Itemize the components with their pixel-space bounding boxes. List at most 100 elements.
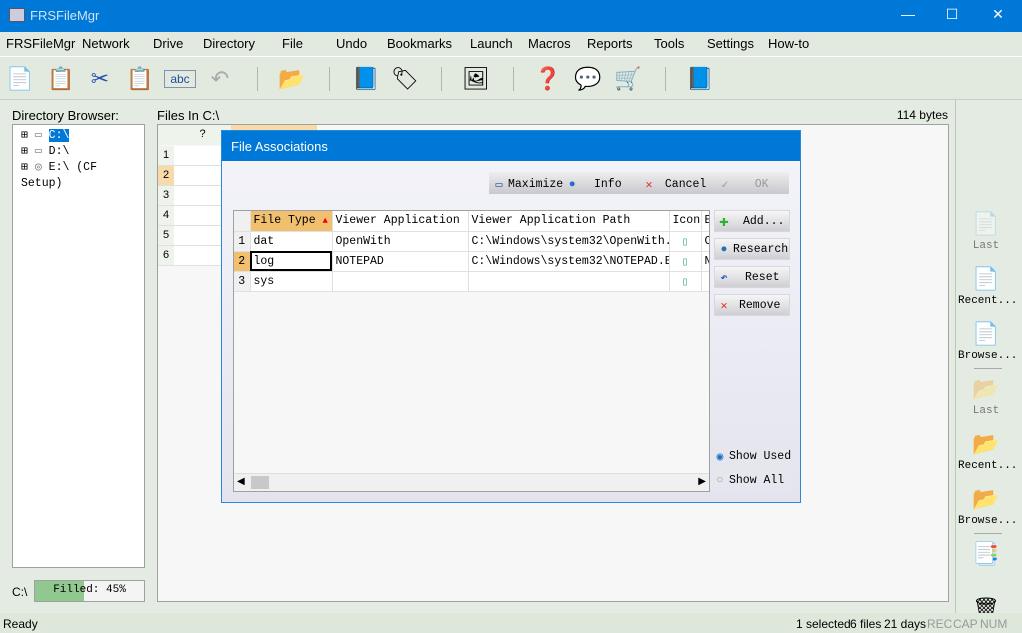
undo-icon[interactable]: ↶ <box>204 63 236 95</box>
directory-browser-label: Directory Browser: <box>12 108 119 123</box>
app-icon <box>9 8 25 22</box>
tree-item-e[interactable]: ⊞ ◎ E:\ (CF Setup) <box>21 160 144 192</box>
copy-icon[interactable]: 📄 <box>4 63 36 95</box>
file-type-cell[interactable]: log <box>250 251 333 272</box>
menu-undo[interactable]: Undo <box>336 36 367 51</box>
image-viewer-icon[interactable]: 🖼 <box>460 63 492 95</box>
column-viewer-application[interactable]: Viewer Application <box>332 211 469 232</box>
sidebar-button-recent-folder[interactable]: 📂 Recent... <box>958 432 1017 472</box>
menu-network[interactable]: Network <box>82 36 130 51</box>
show-all-radio[interactable]: ○ Show All <box>711 469 793 492</box>
check-icon: ✓ <box>721 178 729 192</box>
status-rec: REC <box>927 617 953 631</box>
associations-grid[interactable]: File Type ▲ Viewer Application Viewer Ap… <box>233 210 710 492</box>
paste-icon[interactable]: 📋 <box>45 63 77 95</box>
menu-reports[interactable]: Reports <box>587 36 633 51</box>
sidebar-button-last-file[interactable]: 📄 Last <box>958 212 1014 252</box>
tree-item-c[interactable]: ⊞ ▭ C:\ <box>21 128 144 144</box>
menu-settings[interactable]: Settings <box>707 36 754 51</box>
scroll-left-icon[interactable]: ◀ <box>237 476 245 487</box>
toolbar: 📄 📋 ✂ 📋 abc ↶ 📂 📘 🏷 🖼 ❓ 💬 🛒 📘 <box>0 56 1022 100</box>
sidebar-button-recent-file[interactable]: 📄 Recent... <box>958 267 1017 307</box>
viewer-path-cell[interactable]: C:\Windows\system32\NOTEPAD.EXE <box>468 251 670 272</box>
viewer-app-cell[interactable]: NOTEPAD <box>332 251 469 272</box>
scrollbar-thumb[interactable] <box>251 476 269 489</box>
reset-button[interactable]: ↶ Reset <box>714 266 790 288</box>
menu-macros[interactable]: Macros <box>528 36 571 51</box>
menu-how-to[interactable]: How-to <box>768 36 809 51</box>
column-viewer-path[interactable]: Viewer Application Path <box>468 211 670 232</box>
drive-label: C:\ <box>12 585 28 599</box>
remove-button[interactable]: ✕ Remove <box>714 294 790 316</box>
scroll-right-icon[interactable]: ▶ <box>698 476 706 487</box>
status-num: NUM <box>980 617 1008 631</box>
message-icon[interactable]: 💬 <box>572 63 604 95</box>
status-cap: CAP <box>953 617 978 631</box>
row-number: 2 <box>158 166 174 185</box>
minimize-button[interactable]: — <box>898 6 918 22</box>
menu-bookmarks[interactable]: Bookmarks <box>387 36 452 51</box>
cancel-button[interactable]: ✕ Cancel <box>640 173 710 195</box>
menu-frsfilemgr[interactable]: FRSFileMgr <box>6 36 75 51</box>
maximize-button[interactable]: ▭ Maximize ● <box>490 173 586 195</box>
status-days: 21 days <box>884 617 927 631</box>
column-file-type[interactable]: File Type ▲ <box>250 211 333 232</box>
association-row[interactable]: 2 log NOTEPAD C:\Windows\system32\NOTEPA… <box>234 251 709 272</box>
menu-drive[interactable]: Drive <box>153 36 183 51</box>
close-button[interactable]: ✕ <box>988 6 1008 23</box>
viewer-path-cell[interactable] <box>468 271 670 292</box>
viewer-app-cell[interactable]: OpenWith <box>332 231 469 252</box>
rename-icon[interactable]: abc <box>164 70 196 88</box>
e-cell[interactable]: N <box>701 251 709 272</box>
column-e[interactable]: E <box>701 211 709 232</box>
association-row[interactable]: 1 dat OpenWith C:\Windows\system32\OpenW… <box>234 231 709 252</box>
paste-special-icon[interactable]: 📋 <box>124 63 156 95</box>
menu-file[interactable]: File <box>282 36 303 51</box>
find-folder-icon[interactable]: 📂 <box>276 63 308 95</box>
shopping-cart-icon[interactable]: 🛒 <box>612 63 644 95</box>
menu-directory[interactable]: Directory <box>203 36 255 51</box>
ok-button[interactable]: ✓ OK <box>716 173 786 195</box>
file-type-cell[interactable]: dat <box>250 231 333 252</box>
info-button[interactable]: Info <box>594 173 634 195</box>
recent-folder-icon: 📂 <box>972 433 1000 458</box>
column-icon[interactable]: Icon <box>669 211 702 232</box>
add-bookmark-icon[interactable]: 📘 <box>350 63 382 95</box>
sidebar-button-browse-file[interactable]: 📄 Browse... <box>958 322 1018 362</box>
files-label: Files In C:\ <box>157 108 220 123</box>
directory-tree[interactable]: ⊞ ▭ C:\ ⊞ ▭ D:\ ⊞ ◎ E:\ (CF Setup) <box>12 124 145 568</box>
show-used-radio[interactable]: ◉ Show Used <box>711 445 793 468</box>
row-number: 1 <box>234 231 251 252</box>
viewer-app-cell[interactable] <box>332 271 469 292</box>
e-cell[interactable]: C <box>701 231 709 252</box>
new-copy-icon: 📑 <box>972 543 1000 568</box>
e-cell[interactable] <box>701 271 709 292</box>
file-icon: ▯ <box>669 251 702 272</box>
help-icon[interactable]: ❓ <box>532 63 564 95</box>
recent-file-icon: 📄 <box>972 268 1000 293</box>
bookmark-number-icon[interactable]: 📘 <box>684 63 716 95</box>
sidebar-button-last-folder[interactable]: 📂 Last <box>958 377 1014 417</box>
status-files: 6 files <box>850 617 882 631</box>
maximize-button[interactable]: ☐ <box>942 6 962 23</box>
research-button[interactable]: ● Research <box>714 238 790 260</box>
row-number: 3 <box>158 186 174 205</box>
cut-icon[interactable]: ✂ <box>84 63 116 95</box>
tree-item-d[interactable]: ⊞ ▭ D:\ <box>21 144 144 160</box>
horizontal-scrollbar[interactable]: ◀ ▶ <box>234 473 709 491</box>
window-title: FRSFileMgr <box>30 8 100 23</box>
help-icon: ● <box>568 177 576 191</box>
menu-launch[interactable]: Launch <box>470 36 513 51</box>
add-tag-icon[interactable]: 🏷 <box>389 63 421 95</box>
menu-tools[interactable]: Tools <box>654 36 684 51</box>
last-folder-icon: 📂 <box>972 378 1000 403</box>
status-text: Ready <box>3 617 38 631</box>
add-button[interactable]: ✚ Add... <box>714 210 790 232</box>
sidebar-label: Browse... <box>958 350 1018 362</box>
file-type-cell[interactable]: sys <box>250 271 333 292</box>
viewer-path-cell[interactable]: C:\Windows\system32\OpenWith.exe <box>468 231 670 252</box>
association-row[interactable]: 3 sys ▯ <box>234 271 709 292</box>
sidebar-button-new-copy[interactable]: 📑 <box>958 542 1014 570</box>
sidebar-button-browse-folder[interactable]: 📂 Browse... <box>958 487 1017 527</box>
remove-icon: ✕ <box>720 299 728 313</box>
